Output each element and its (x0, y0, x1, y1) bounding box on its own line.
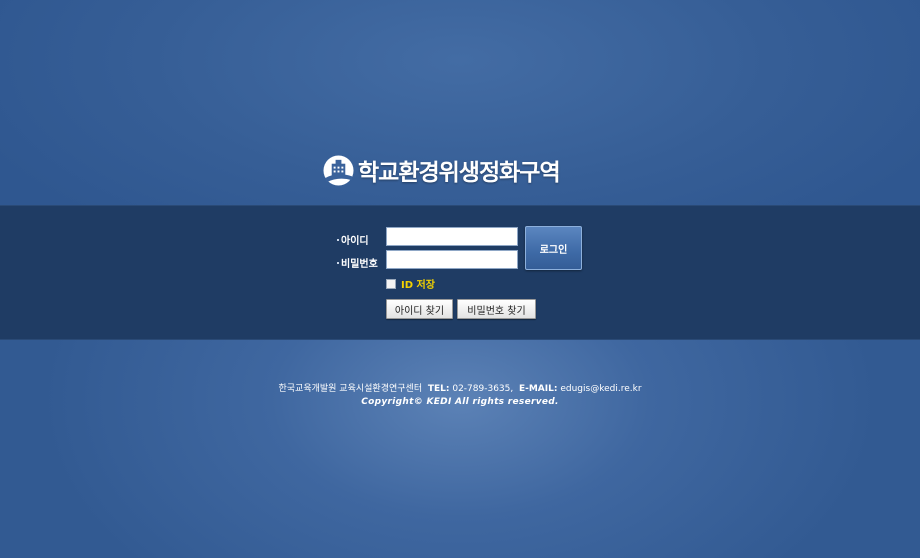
footer-email-label: E-MAIL: (518, 384, 558, 394)
site-logo: 학교환경위생정화구역 (323, 152, 561, 188)
save-id-checkbox[interactable] (386, 278, 396, 289)
save-id-label[interactable]: ID 저장 (401, 276, 435, 291)
copyright-text: Copyright© KEDI All rights reserved. (361, 397, 559, 407)
footer-org: 한국교육개발원 교육시설환경연구센터 (278, 384, 423, 394)
login-band (0, 205, 920, 340)
find-password-button[interactable]: 비밀번호 찾기 (457, 299, 536, 319)
site-title: 학교환경위생정화구역 (358, 160, 561, 186)
footer-tel: 02-789-3635, (452, 384, 514, 394)
id-label: 아이디 (337, 232, 369, 247)
save-id-row: ID 저장 (386, 276, 435, 291)
login-button[interactable]: 로그인 (525, 226, 582, 270)
find-id-button[interactable]: 아이디 찾기 (386, 299, 453, 319)
footer-email: edugis@kedi.re.kr (560, 384, 642, 394)
building-icon (323, 154, 354, 186)
id-input[interactable] (386, 227, 518, 246)
password-label: 비밀번호 (337, 255, 378, 270)
footer-tel-label: TEL: (427, 384, 450, 394)
footer-contact: 한국교육개발원 교육시설환경연구센터 TEL: 02-789-3635, E-M… (0, 381, 920, 394)
password-input[interactable] (386, 250, 518, 269)
